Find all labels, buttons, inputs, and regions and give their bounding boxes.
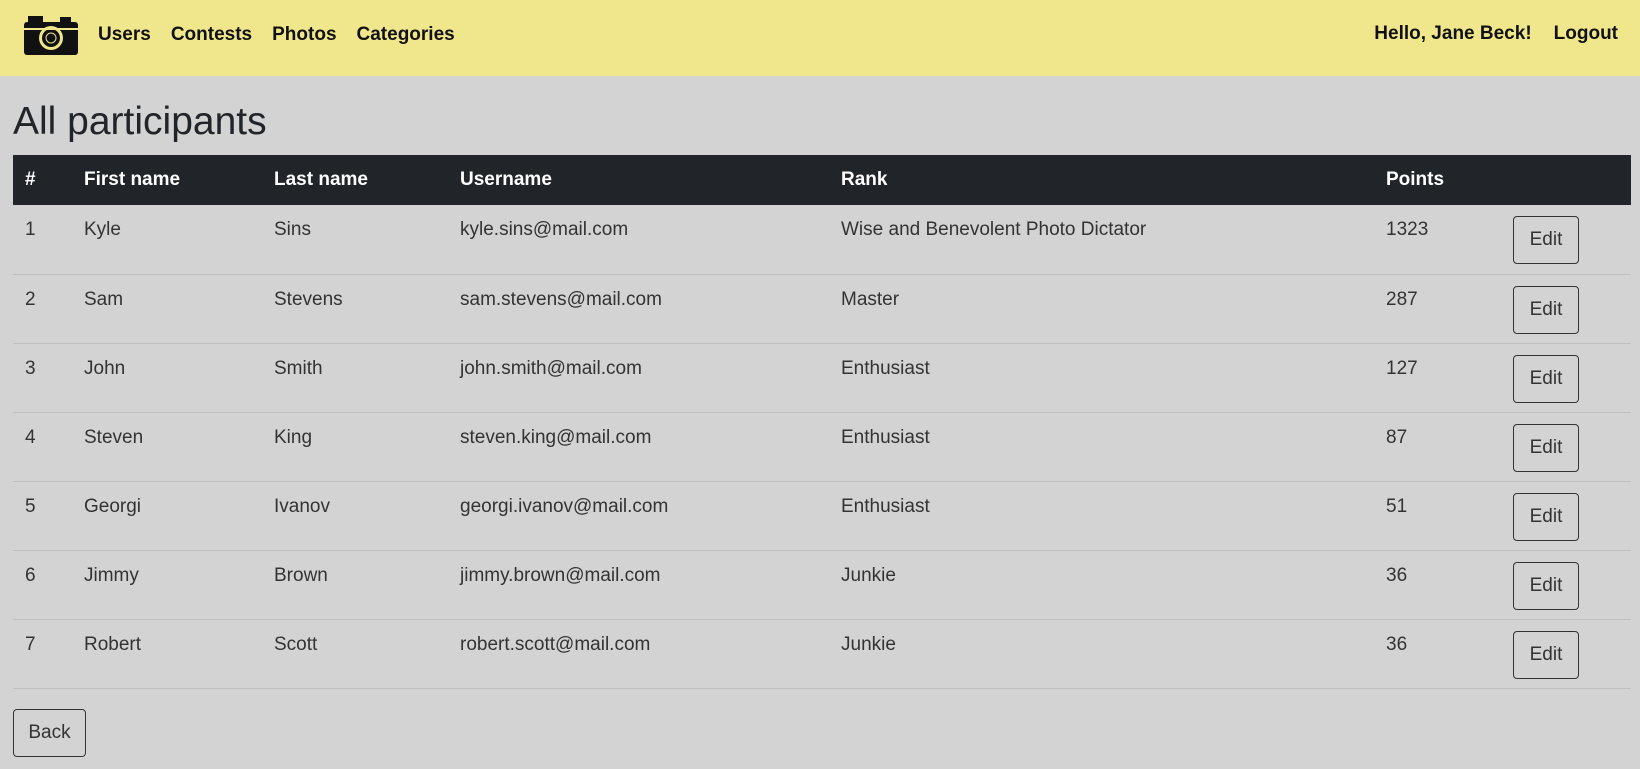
cell-rank: Enthusiast <box>841 357 930 379</box>
col-header-username: Username <box>460 169 552 190</box>
cell-rank: Junkie <box>841 564 896 586</box>
user-greeting: Hello, Jane Beck! <box>1374 23 1532 44</box>
col-header-actions <box>1501 155 1631 205</box>
col-header-first-name: First name <box>84 169 181 190</box>
cell-points: 287 <box>1386 288 1418 310</box>
cell-number: 3 <box>25 357 36 379</box>
table-row: 3 John Smith john.smith@mail.com Enthusiast 1… <box>13 343 1631 412</box>
cell-last-name: Brown <box>274 564 328 586</box>
cell-points: 1323 <box>1386 219 1429 240</box>
cell-first-name: Kyle <box>84 219 121 240</box>
cell-username: georgi.ivanov@mail.com <box>460 495 669 517</box>
table-row: 5 Georgi Ivanov georgi.ivanov@mail.com Enthu… <box>13 481 1631 550</box>
cell-rank: Wise and Benevolent Photo Dictator <box>841 219 1147 240</box>
cell-first-name: Robert <box>84 633 142 655</box>
back-button[interactable]: Back <box>13 708 86 757</box>
col-header-points: Points <box>1386 169 1445 190</box>
participants-table: # First name Last name Username Rank Poi… <box>13 155 1631 689</box>
cell-actions: Edit <box>1501 412 1631 481</box>
col-header-rank: Rank <box>841 169 888 190</box>
nav-link-contests[interactable]: Contests <box>171 24 252 46</box>
cell-number: 6 <box>25 564 36 586</box>
top-navbar: Users Contests Photos Categories Hello, … <box>0 0 1640 76</box>
nav-user-area: Hello, Jane Beck! Logout <box>1374 23 1618 45</box>
page-title: All participants <box>13 100 267 143</box>
cell-points: 36 <box>1386 564 1408 586</box>
logout-link[interactable]: Logout <box>1554 23 1618 45</box>
table-body: 1 Kyle Sins kyle.sins@mail.com Wise and Bene… <box>13 205 1631 688</box>
cell-actions: Edit <box>1501 205 1631 274</box>
cell-number: 1 <box>25 219 36 240</box>
nav-link-users[interactable]: Users <box>98 24 151 46</box>
cell-username: john.smith@mail.com <box>460 357 642 379</box>
cell-last-name: Sins <box>274 219 311 240</box>
cell-actions: Edit <box>1501 274 1631 343</box>
cell-username: robert.scott@mail.com <box>460 633 651 655</box>
col-header-number: # <box>25 169 36 190</box>
cell-rank: Enthusiast <box>841 495 930 517</box>
cell-first-name: Steven <box>84 426 144 448</box>
cell-first-name: Georgi <box>84 495 142 517</box>
edit-button[interactable]: Edit <box>1513 285 1579 334</box>
cell-username: kyle.sins@mail.com <box>460 219 629 240</box>
table-row: 1 Kyle Sins kyle.sins@mail.com Wise and Bene… <box>13 205 1631 274</box>
table-row: 7 Robert Scott robert.scott@mail.com Junkie 3… <box>13 619 1631 688</box>
edit-button[interactable]: Edit <box>1513 561 1579 610</box>
cell-actions: Edit <box>1501 343 1631 412</box>
cell-last-name: Scott <box>274 633 318 655</box>
cell-last-name: King <box>274 426 313 448</box>
cell-rank: Junkie <box>841 633 896 655</box>
edit-button[interactable]: Edit <box>1513 423 1579 472</box>
cell-number: 7 <box>25 633 36 655</box>
cell-points: 87 <box>1386 426 1408 448</box>
cell-actions: Edit <box>1501 481 1631 550</box>
nav-links: Users Contests Photos Categories <box>98 24 455 46</box>
cell-rank: Enthusiast <box>841 426 930 448</box>
cell-last-name: Stevens <box>274 288 343 310</box>
edit-button[interactable]: Edit <box>1513 354 1579 403</box>
cell-number: 2 <box>25 288 36 310</box>
edit-button[interactable]: Edit <box>1513 216 1579 264</box>
cell-rank: Master <box>841 288 900 310</box>
main-content: All participants # First name Last name … <box>0 98 1640 757</box>
edit-button[interactable]: Edit <box>1513 630 1579 679</box>
col-header-last-name: Last name <box>274 169 368 190</box>
cell-points: 127 <box>1386 357 1418 379</box>
nav-link-photos[interactable]: Photos <box>272 24 336 46</box>
cell-points: 51 <box>1386 495 1408 517</box>
cell-first-name: Sam <box>84 288 124 310</box>
cell-username: steven.king@mail.com <box>460 426 652 448</box>
table-row: 2 Sam Stevens sam.stevens@mail.com Master 287… <box>13 274 1631 343</box>
table-header: # First name Last name Username Rank Poi… <box>13 155 1631 205</box>
cell-points: 36 <box>1386 633 1408 655</box>
cell-username: sam.stevens@mail.com <box>460 288 662 310</box>
table-row: 4 Steven King steven.king@mail.com Enthusias… <box>13 412 1631 481</box>
cell-first-name: John <box>84 357 126 379</box>
cell-first-name: Jimmy <box>84 564 139 586</box>
camera-icon[interactable] <box>22 13 80 57</box>
cell-number: 5 <box>25 495 36 517</box>
cell-actions: Edit <box>1501 619 1631 688</box>
table-row: 6 Jimmy Brown jimmy.brown@mail.com Junkie 36 E… <box>13 550 1631 619</box>
cell-username: jimmy.brown@mail.com <box>460 564 661 586</box>
cell-actions: Edit <box>1501 550 1631 619</box>
cell-last-name: Ivanov <box>274 495 330 517</box>
nav-link-categories[interactable]: Categories <box>357 24 455 46</box>
edit-button[interactable]: Edit <box>1513 492 1579 541</box>
cell-number: 4 <box>25 426 36 448</box>
cell-last-name: Smith <box>274 357 323 379</box>
